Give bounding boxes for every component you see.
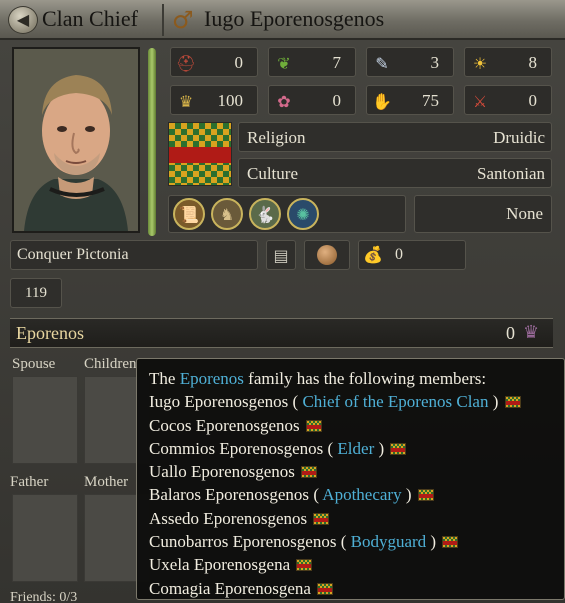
- window-header: ◀ Clan Chief ♂ Iugo Eporenosgenos: [0, 0, 565, 40]
- mother-label: Mother: [84, 474, 129, 490]
- member-coa-icon: [301, 466, 318, 479]
- office-value: None: [506, 204, 543, 223]
- back-arrow-icon[interactable]: ◀: [8, 6, 38, 34]
- rabbit-trait-icon[interactable]: 🐇: [249, 198, 281, 230]
- stat-fertility[interactable]: ✿ 0: [268, 85, 356, 115]
- stat-learning[interactable]: ✎ 3: [366, 47, 454, 77]
- gold-field[interactable]: 💰 0: [358, 240, 466, 270]
- tooltip-member: Commios Eporenosgenos ( Elder ): [149, 437, 552, 460]
- scheme-button[interactable]: ▤: [266, 240, 296, 270]
- martial-helmet-icon: ⛑: [175, 53, 197, 73]
- stat-martial[interactable]: ⛑ 0: [170, 47, 258, 77]
- scroll-trait-icon[interactable]: 📜: [173, 198, 205, 230]
- stat-prominence[interactable]: ♛ 100: [170, 85, 258, 115]
- member-title-link[interactable]: Bodyguard: [351, 532, 427, 551]
- member-coa-icon: [390, 442, 407, 455]
- character-name: Iugo Eporenosgenos: [204, 6, 385, 31]
- family-coat-of-arms[interactable]: [168, 122, 232, 186]
- member-coa-icon: [305, 419, 322, 432]
- relation-button[interactable]: [304, 240, 350, 270]
- stat-corruption[interactable]: ⚔ 0: [464, 85, 552, 115]
- header-divider: [162, 4, 164, 36]
- member-coa-icon: [442, 536, 459, 549]
- sun-icon: ☀: [472, 53, 488, 73]
- spouse-slot[interactable]: [12, 376, 78, 464]
- family-bar[interactable]: Eporenos 0 ♛: [10, 318, 553, 348]
- tooltip-family-link[interactable]: Eporenos: [180, 369, 244, 388]
- stat-value: 7: [332, 53, 342, 72]
- member-title-link[interactable]: Chief of the Eporenos Clan: [302, 392, 488, 411]
- crown-icon: ♛: [178, 91, 194, 111]
- religion-label: Religion: [247, 128, 306, 147]
- member-title-link[interactable]: Apothecary: [322, 485, 401, 504]
- gold-pouch-icon: 💰: [363, 245, 383, 264]
- friends-count: Friends: 0/3: [10, 590, 78, 603]
- dagger-icon: ⚔: [472, 91, 488, 111]
- tooltip-member: Balaros Eporenosgenos ( Apothecary ): [149, 483, 552, 506]
- culture-row[interactable]: Culture Santonian: [238, 158, 552, 188]
- tooltip-member: Uxela Eporenosgena: [149, 553, 552, 576]
- tooltip-member: Assedo Eporenosgenos: [149, 507, 552, 530]
- children-label: Children: [84, 356, 137, 372]
- coat-of-arms-band: [169, 147, 231, 163]
- stat-diplomacy[interactable]: ❦ 7: [268, 47, 356, 77]
- culture-label: Culture: [247, 164, 298, 183]
- culture-value: Santonian: [477, 164, 545, 183]
- family-members-tooltip: The Eporenos family has the following me…: [136, 358, 565, 600]
- tooltip-member: Iugo Eporenosgenos ( Chief of the Eporen…: [149, 390, 552, 413]
- hand-icon: ✋: [372, 91, 392, 111]
- stat-zeal[interactable]: ☀ 8: [464, 47, 552, 77]
- member-coa-icon: [313, 512, 330, 525]
- tooltip-member: Cocos Eporenosgenos: [149, 414, 552, 437]
- family-name: Eporenos: [16, 323, 84, 343]
- tooltip-member: Comagia Eporenosgena: [149, 577, 552, 600]
- shield-orb-icon: [317, 245, 337, 265]
- character-portrait[interactable]: [12, 47, 140, 233]
- religion-row[interactable]: Religion Druidic: [238, 122, 552, 152]
- gold-value: 0: [395, 246, 403, 263]
- tooltip-member: Cunobarros Eporenosgenos ( Bodyguard ): [149, 530, 552, 553]
- ambition-field[interactable]: Conquer Pictonia: [10, 240, 258, 270]
- window-title: Clan Chief: [42, 6, 138, 31]
- father-label: Father: [10, 474, 49, 490]
- scroll-quill-icon: ✎: [375, 53, 389, 73]
- tooltip-intro: The Eporenos family has the following me…: [149, 369, 487, 388]
- laurel-wreath-icon: ❦: [277, 53, 291, 73]
- stat-value: 3: [430, 53, 440, 72]
- member-title-link[interactable]: Elder: [337, 439, 374, 458]
- member-coa-icon: [317, 582, 334, 595]
- member-coa-icon: [417, 489, 434, 502]
- father-slot[interactable]: [12, 494, 78, 582]
- stat-value: 0: [234, 53, 244, 72]
- stat-value: 100: [217, 91, 244, 110]
- age-value: 119: [25, 285, 47, 301]
- warrior-trait-icon[interactable]: ♞: [211, 198, 243, 230]
- religion-value: Druidic: [493, 128, 545, 147]
- scheme-icon: ▤: [273, 245, 289, 265]
- prestige-icon: ♛: [523, 322, 540, 343]
- flowers-icon: ✿: [277, 91, 291, 111]
- stat-value: 75: [422, 91, 439, 110]
- member-coa-icon: [296, 559, 313, 572]
- spouse-label: Spouse: [12, 356, 56, 372]
- age-field: 119: [10, 278, 62, 308]
- member-coa-icon: [504, 396, 521, 409]
- traits-box: 📜 ♞ 🐇 ✺: [168, 195, 406, 233]
- peacock-trait-icon[interactable]: ✺: [287, 198, 319, 230]
- office-box[interactable]: None: [414, 195, 552, 233]
- stat-value: 0: [528, 91, 538, 110]
- stat-value: 8: [528, 53, 538, 72]
- male-symbol-icon: ♂: [172, 6, 194, 34]
- portrait-image: [14, 49, 138, 231]
- family-prestige-value: 0: [506, 323, 515, 343]
- ambition-text: Conquer Pictonia: [17, 246, 129, 263]
- stat-loyalty[interactable]: ✋ 75: [366, 85, 454, 115]
- health-bar: [148, 48, 156, 236]
- tooltip-member: Uallo Eporenosgenos: [149, 460, 552, 483]
- stat-value: 0: [332, 91, 342, 110]
